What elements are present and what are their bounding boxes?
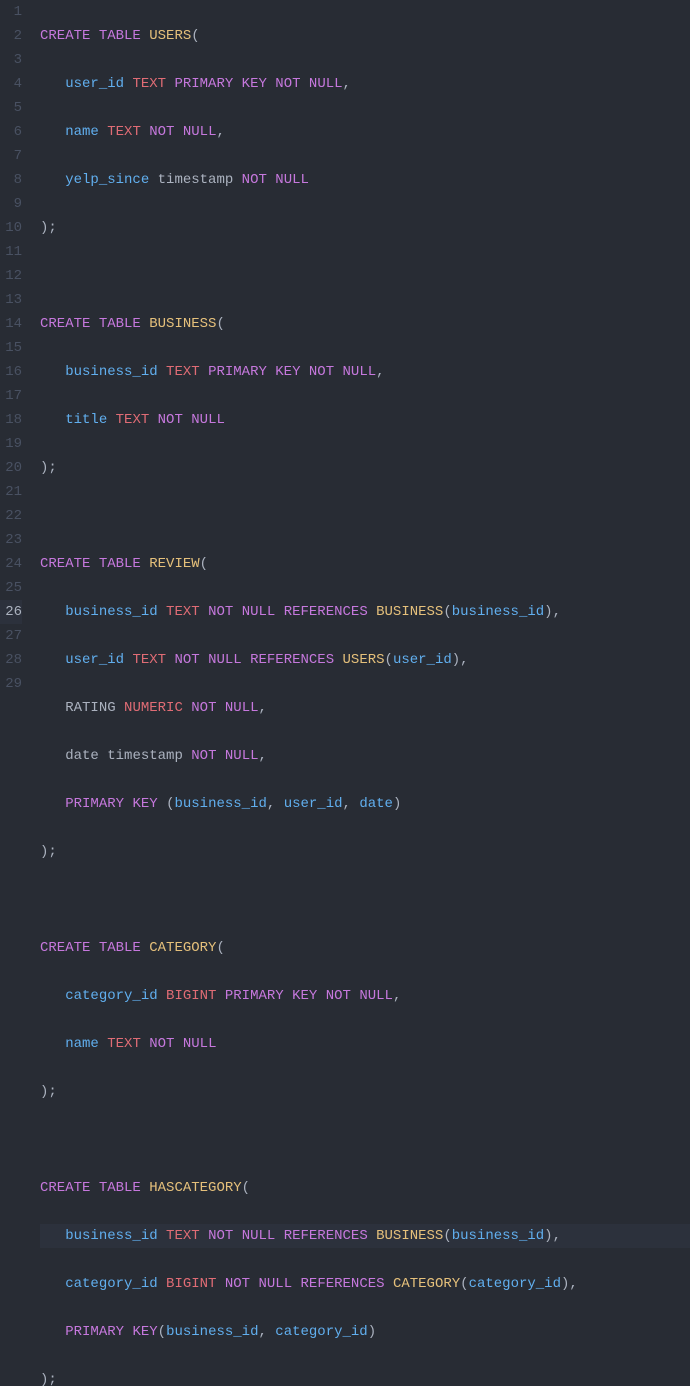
code-line[interactable] — [40, 504, 690, 528]
line-number: 26 — [0, 600, 22, 624]
code-line[interactable]: user_id TEXT NOT NULL REFERENCES USERS(u… — [40, 648, 690, 672]
line-number: 15 — [0, 336, 22, 360]
line-number: 6 — [0, 120, 22, 144]
line-number: 10 — [0, 216, 22, 240]
code-line[interactable]: CREATE TABLE REVIEW( — [40, 552, 690, 576]
code-line[interactable]: CREATE TABLE USERS( — [40, 24, 690, 48]
code-content[interactable]: CREATE TABLE USERS( user_id TEXT PRIMARY… — [40, 0, 690, 1386]
code-line[interactable] — [40, 264, 690, 288]
code-line[interactable]: ); — [40, 1368, 690, 1386]
line-number: 8 — [0, 168, 22, 192]
code-line[interactable]: business_id TEXT PRIMARY KEY NOT NULL, — [40, 360, 690, 384]
line-number: 4 — [0, 72, 22, 96]
line-number: 7 — [0, 144, 22, 168]
code-line[interactable]: date timestamp NOT NULL, — [40, 744, 690, 768]
line-number: 29 — [0, 672, 22, 696]
line-number: 19 — [0, 432, 22, 456]
code-line[interactable] — [40, 1128, 690, 1152]
line-number: 11 — [0, 240, 22, 264]
code-line[interactable]: ); — [40, 1080, 690, 1104]
code-line[interactable]: name TEXT NOT NULL, — [40, 120, 690, 144]
code-line-current[interactable]: business_id TEXT NOT NULL REFERENCES BUS… — [40, 1224, 690, 1248]
line-number: 1 — [0, 0, 22, 24]
code-line[interactable]: CREATE TABLE BUSINESS( — [40, 312, 690, 336]
line-number: 23 — [0, 528, 22, 552]
code-line[interactable]: yelp_since timestamp NOT NULL — [40, 168, 690, 192]
line-number: 24 — [0, 552, 22, 576]
code-line[interactable]: user_id TEXT PRIMARY KEY NOT NULL, — [40, 72, 690, 96]
line-number: 22 — [0, 504, 22, 528]
code-line[interactable] — [40, 888, 690, 912]
code-line[interactable]: PRIMARY KEY (business_id, user_id, date) — [40, 792, 690, 816]
code-line[interactable]: ); — [40, 216, 690, 240]
code-line[interactable]: RATING NUMERIC NOT NULL, — [40, 696, 690, 720]
line-number: 17 — [0, 384, 22, 408]
line-number: 9 — [0, 192, 22, 216]
line-number: 2 — [0, 24, 22, 48]
line-number: 3 — [0, 48, 22, 72]
line-number: 25 — [0, 576, 22, 600]
code-editor[interactable]: 1 2 3 4 5 6 7 8 9 10 11 12 13 14 15 16 1… — [0, 0, 690, 1386]
line-number: 27 — [0, 624, 22, 648]
code-line[interactable]: CREATE TABLE HASCATEGORY( — [40, 1176, 690, 1200]
code-line[interactable]: category_id BIGINT PRIMARY KEY NOT NULL, — [40, 984, 690, 1008]
line-number: 28 — [0, 648, 22, 672]
line-number: 13 — [0, 288, 22, 312]
line-number: 21 — [0, 480, 22, 504]
line-number: 5 — [0, 96, 22, 120]
code-line[interactable]: name TEXT NOT NULL — [40, 1032, 690, 1056]
line-number: 14 — [0, 312, 22, 336]
code-line[interactable]: ); — [40, 840, 690, 864]
code-line[interactable]: business_id TEXT NOT NULL REFERENCES BUS… — [40, 600, 690, 624]
line-number: 16 — [0, 360, 22, 384]
code-line[interactable]: PRIMARY KEY(business_id, category_id) — [40, 1320, 690, 1344]
code-line[interactable]: title TEXT NOT NULL — [40, 408, 690, 432]
line-number: 20 — [0, 456, 22, 480]
line-number-gutter: 1 2 3 4 5 6 7 8 9 10 11 12 13 14 15 16 1… — [0, 0, 40, 1386]
code-line[interactable]: CREATE TABLE CATEGORY( — [40, 936, 690, 960]
code-line[interactable]: ); — [40, 456, 690, 480]
code-line[interactable]: category_id BIGINT NOT NULL REFERENCES C… — [40, 1272, 690, 1296]
line-number: 18 — [0, 408, 22, 432]
line-number: 12 — [0, 264, 22, 288]
